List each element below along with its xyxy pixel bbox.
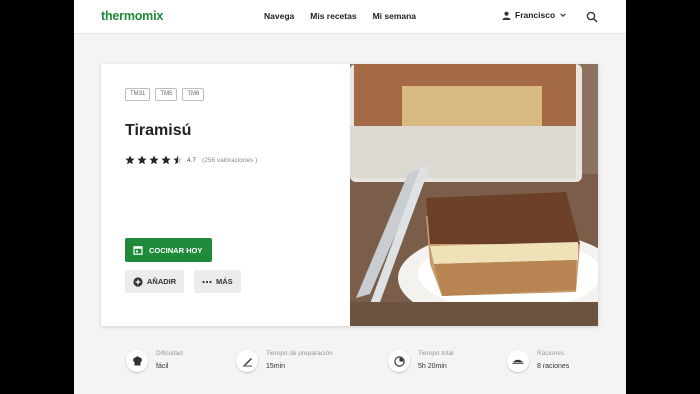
more-dots-icon	[202, 280, 212, 283]
tiramisu-image	[350, 64, 598, 326]
search-icon[interactable]	[586, 11, 598, 23]
plus-circle-icon	[133, 276, 143, 287]
device-tags: TM31 TM5 TM6	[125, 88, 205, 101]
total-time-value: 5h 20min	[418, 363, 447, 370]
clock-icon	[388, 350, 410, 372]
nav-mis-recetas[interactable]: Mis recetas	[310, 11, 356, 21]
main-nav: Navega Mis recetas Mi semana	[264, 11, 416, 21]
user-name: Francisco	[515, 10, 556, 20]
difficulty-label: Dificultad	[156, 350, 183, 357]
recipe-title: Tiramisú	[125, 122, 192, 139]
nav-mi-semana[interactable]: Mi semana	[373, 11, 416, 21]
total-time-info: Tiempo total 5h 20min	[388, 350, 454, 372]
servings-info: Raciones 8 raciones	[507, 350, 569, 372]
servings-label: Raciones	[537, 350, 565, 357]
prep-time-value: 15min	[266, 363, 286, 370]
difficulty-value: fácil	[156, 363, 169, 370]
recipe-info-bar: Dificultad fácil Tiempo de preparación 1…	[74, 340, 626, 394]
user-menu[interactable]: Francisco	[502, 10, 567, 20]
tag-tm31: TM31	[125, 88, 151, 101]
rating[interactable]: 4.7 (256 valoraciones )	[125, 155, 257, 165]
star-half-icon	[173, 155, 183, 165]
nav-navega[interactable]: Navega	[264, 11, 294, 21]
user-icon	[502, 11, 511, 20]
calendar-icon	[133, 246, 143, 255]
recipe-photo	[350, 64, 598, 326]
rating-count: (256 valoraciones )	[202, 156, 258, 164]
thermomix-logo[interactable]: thermomix	[101, 9, 163, 23]
knife-icon	[236, 350, 258, 372]
difficulty-info: Dificultad fácil	[126, 350, 183, 372]
rating-stars	[125, 155, 183, 165]
header: thermomix Navega Mis recetas Mi semana F…	[74, 0, 626, 34]
cook-today-button[interactable]: COCINAR HOY	[125, 238, 212, 262]
add-label: AÑADIR	[147, 277, 177, 286]
star-icon	[125, 155, 135, 165]
star-icon	[137, 155, 147, 165]
star-icon	[149, 155, 159, 165]
cook-today-label: COCINAR HOY	[149, 245, 203, 255]
add-button[interactable]: AÑADIR	[125, 270, 185, 293]
tag-tm6: TM6	[182, 88, 205, 101]
chef-hat-icon	[126, 350, 148, 372]
recipe-details: TM31 TM5 TM6 Tiramisú 4.7 (256 valoracio…	[101, 64, 350, 326]
prep-time-label: Tiempo de preparación	[266, 350, 333, 357]
page: thermomix Navega Mis recetas Mi semana F…	[74, 0, 626, 394]
total-time-label: Tiempo total	[418, 350, 454, 357]
more-label: MÁS	[216, 277, 233, 286]
rating-value: 4.7	[187, 156, 197, 164]
more-button[interactable]: MÁS	[194, 270, 241, 293]
chevron-down-icon	[560, 13, 566, 17]
recipe-card: TM31 TM5 TM6 Tiramisú 4.7 (256 valoracio…	[101, 64, 598, 326]
star-icon	[161, 155, 171, 165]
tag-tm5: TM5	[155, 88, 178, 101]
dish-icon	[507, 350, 529, 372]
servings-value: 8 raciones	[537, 363, 570, 370]
prep-time-info: Tiempo de preparación 15min	[236, 350, 333, 372]
